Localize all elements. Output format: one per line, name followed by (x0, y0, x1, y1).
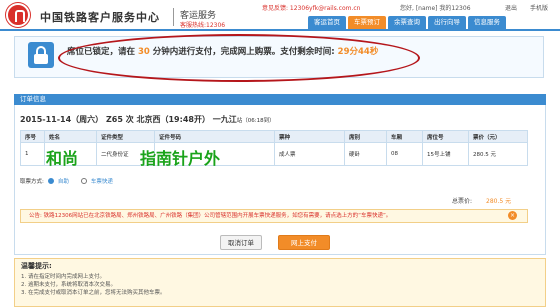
hand-drawn-circle (58, 34, 420, 82)
col-id-no: 证件号码 (154, 130, 275, 143)
radio-express[interactable] (80, 178, 87, 184)
radio-self-service[interactable] (47, 178, 54, 184)
train-number: Z65 次 (105, 115, 134, 124)
total-label: 总票价: (452, 198, 473, 205)
col-car: 车厢 (386, 130, 423, 143)
nav-underline (0, 29, 560, 31)
brand-title: 中国铁路客户服务中心 (40, 11, 160, 24)
pickup-method-label: 取票方式: (20, 179, 44, 185)
from-station: 北京西 (136, 115, 161, 124)
mobile-link[interactable]: 手机版 (530, 3, 548, 12)
overlay-name-text: 和尚 (46, 149, 79, 168)
passenger-table: 序号 姓名 证件类型 证件号码 票种 席别 车厢 席位号 票价（元） 1 二代身… (20, 130, 528, 166)
arrive-time: 站（06:18到） (236, 118, 275, 124)
col-seat: 席位号 (422, 130, 469, 143)
tip-item: 3. 在完成支付或取消本订单之前，您将无法购买其他车票。 (21, 290, 166, 296)
nav-info-service[interactable]: 信息服务 (468, 16, 506, 29)
cell-no: 1 (20, 142, 45, 166)
railway-logo-icon (6, 3, 30, 27)
col-seat-class: 席别 (344, 130, 387, 143)
trip-info: 2015-11-14（周六） Z65 次 北京西（19:48开） 一九江站（06… (20, 114, 275, 125)
tip-item: 1. 请在指定时间内完成网上支付。 (21, 274, 105, 280)
lock-icon (28, 42, 54, 68)
col-id-type: 证件类型 (96, 130, 155, 143)
greeting: 您好, [name] 我的12306 (400, 5, 471, 12)
nav-remaining-tickets[interactable]: 余票查询 (388, 16, 426, 29)
col-no: 序号 (20, 130, 45, 143)
table-row: 1 二代身份证 成人票 硬卧 08 15号上铺 280.5 元 (20, 142, 528, 166)
total-price: 总票价: 280.5 元 (452, 196, 511, 205)
tip-item: 2. 逾期未支付，系统将取消本次交易。 (21, 282, 116, 288)
pay-online-button[interactable]: 网上支付 (278, 235, 330, 250)
cell-ticket-type: 成人票 (274, 142, 345, 166)
nav-booking[interactable]: 车票预订 (348, 16, 386, 29)
cell-seat-class: 硬卧 (344, 142, 387, 166)
cell-car: 08 (386, 142, 423, 166)
cell-seat: 15号上铺 (422, 142, 469, 166)
express-label[interactable]: 车票快递 (91, 177, 113, 185)
to-station: 一九江 (212, 115, 237, 124)
main-nav: 客运首页 车票预订 余票查询 出行向导 信息服务 (308, 16, 506, 29)
tips-title: 温馨提示: (21, 262, 52, 270)
self-service-label[interactable]: 自助 (58, 177, 69, 185)
col-name: 姓名 (44, 130, 97, 143)
logout-link[interactable]: 退出 (505, 3, 517, 12)
nav-travel-guide[interactable]: 出行向导 (428, 16, 466, 29)
depart-time: （19:48开） (160, 115, 210, 124)
order-panel-title: 订单信息 (14, 94, 546, 105)
close-icon[interactable]: × (508, 211, 517, 220)
cell-price: 280.5 元 (468, 142, 528, 166)
announcement-bar: 公告: 铁路12306网站已在北京铁路局、郑州铁路局、广州铁路（集团）公司管辖范… (20, 209, 528, 223)
feedback-link[interactable]: 意见反馈: 12306yfk@rails.com.cn (262, 3, 361, 12)
page: { "header": { "brand": "中国铁路客户服务中心", "su… (0, 0, 560, 307)
brand-divider (173, 8, 174, 26)
col-price: 票价（元） (468, 130, 528, 143)
pickup-method-row: 取票方式: 自助 车票快递 (20, 177, 113, 185)
nav-home[interactable]: 客运首页 (308, 16, 346, 29)
col-ticket-type: 票种 (274, 130, 345, 143)
trip-date: 2015-11-14（周六） (20, 115, 104, 124)
overlay-site-text: 指南针户外 (140, 149, 221, 168)
total-value: 280.5 元 (486, 198, 512, 205)
cancel-order-button[interactable]: 取消订单 (220, 235, 262, 250)
tips-box: 温馨提示: 1. 请在指定时间内完成网上支付。 2. 逾期未支付，系统将取消本次… (14, 258, 546, 307)
hotline: 客服热线:12306 (180, 22, 226, 29)
